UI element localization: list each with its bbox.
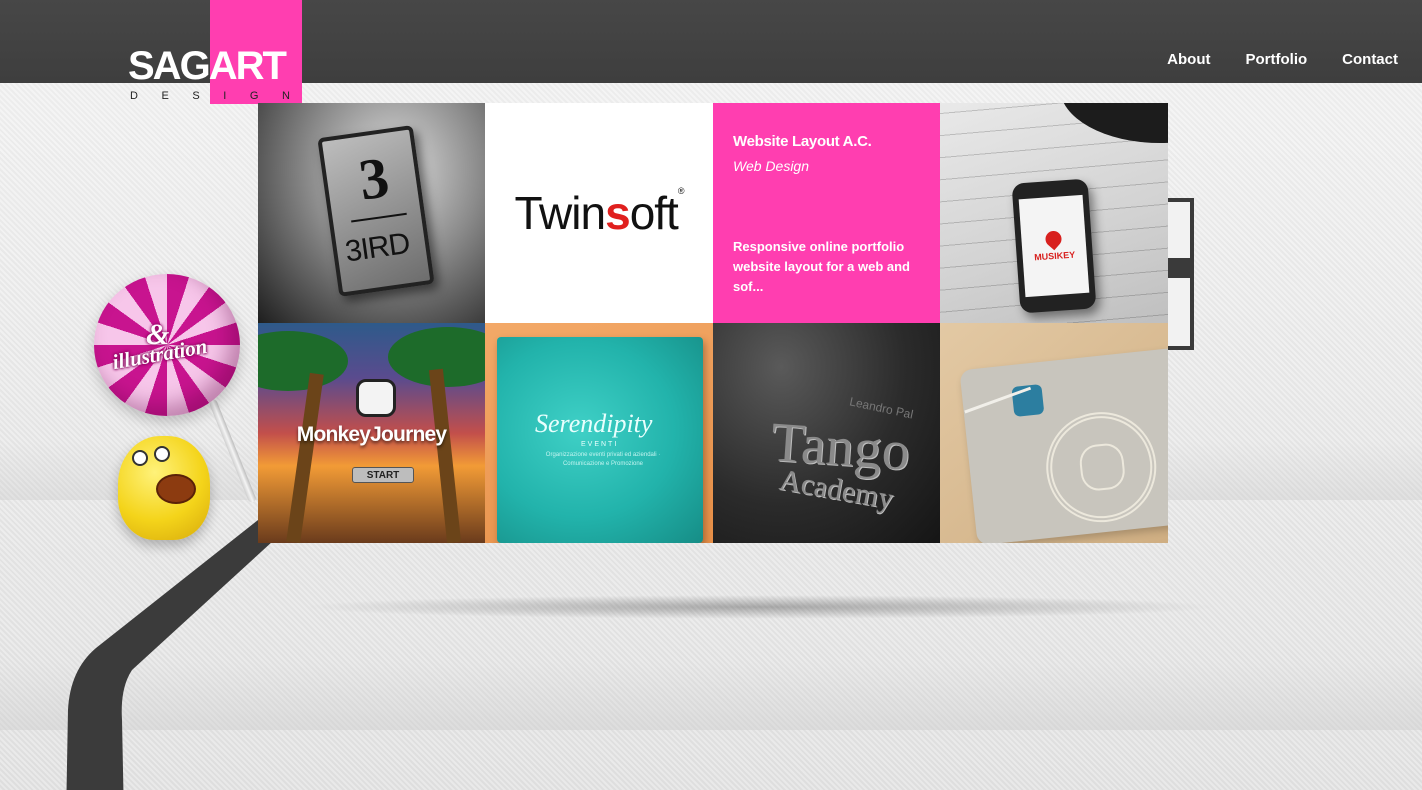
twinsoft-text-s: s <box>605 187 631 239</box>
serendipity-logo-script: Serendipity <box>535 409 653 438</box>
portfolio-item-musikey[interactable]: MUSIKEY <box>940 103 1168 323</box>
nav-contact[interactable]: Contact <box>1342 51 1398 68</box>
logo-sub-letter: D <box>130 90 138 102</box>
logo-subtitle: D E S I G N <box>130 90 290 102</box>
twinsoft-text-oft: oft <box>629 187 679 239</box>
map-pin-icon <box>1042 227 1065 251</box>
logo-text-sag: SAG <box>128 44 211 88</box>
3bird-word: 3IRD <box>343 226 412 269</box>
portfolio-item-tango-academy[interactable]: Leandro Pal Tango Academy <box>713 323 940 543</box>
main-nav: About Portfolio Contact <box>1132 51 1398 68</box>
monkeyjourney-start-button: START <box>352 467 414 483</box>
logo-sub-letter: E <box>161 90 169 102</box>
logo-sub-letter: I <box>223 90 227 102</box>
project-category: Web Design <box>733 158 810 174</box>
musikey-text-musi: MUSI <box>1033 250 1058 263</box>
project-title: Website Layout A.C. <box>733 133 872 150</box>
3bird-logo-plate: 3 3IRD <box>317 125 435 297</box>
monkey-character-icon <box>356 379 396 417</box>
portfolio-item-serendipity[interactable]: Serendipity EVENTI Organizzazione eventi… <box>485 323 713 543</box>
logo-text-art: ART <box>208 44 287 88</box>
serendipity-tagline: Organizzazione eventi privati ed azienda… <box>545 452 661 467</box>
site-logo[interactable]: SAGART <box>128 44 287 88</box>
lion-emblem-icon <box>1040 406 1162 528</box>
decorative-strap <box>66 520 296 790</box>
monkeyjourney-title: MonkeyJourney <box>296 423 447 446</box>
portfolio-grid: 3 3IRD Twinsoft® Website Layout A.C. Web… <box>258 103 1168 543</box>
portfolio-item-info-card[interactable]: Website Layout A.C. Web Design Responsiv… <box>713 103 940 323</box>
smartphone-mockup: MUSIKEY <box>1011 178 1097 314</box>
portfolio-item-3bird[interactable]: 3 3IRD <box>258 103 485 323</box>
yellow-monster-illustration <box>118 436 210 540</box>
nav-portfolio[interactable]: Portfolio <box>1246 51 1308 68</box>
serendipity-sub: EVENTI <box>581 441 619 448</box>
logo-sub-letter: S <box>192 90 200 102</box>
portfolio-item-lion-tag[interactable] <box>940 323 1168 543</box>
project-description: Responsive online portfolio website layo… <box>733 239 910 294</box>
twinsoft-logo: Twinsoft® <box>514 186 685 240</box>
portfolio-item-monkeyjourney[interactable]: MonkeyJourney START <box>258 323 485 543</box>
musikey-logo: MUSIKEY <box>1034 250 1076 263</box>
musikey-text-key: KEY <box>1056 249 1076 261</box>
twinsoft-reg: ® <box>677 186 685 196</box>
serendipity-brochure <box>497 337 703 543</box>
portfolio-item-twinsoft[interactable]: Twinsoft® <box>485 103 713 323</box>
lion-tag-card <box>959 348 1168 543</box>
floor-shadow <box>300 595 1220 619</box>
3bird-number: 3 <box>355 144 393 213</box>
twinsoft-text-twin: Twin <box>514 187 607 239</box>
nav-about[interactable]: About <box>1167 51 1210 68</box>
logo-sub-letter: N <box>282 90 290 102</box>
logo-sub-letter: G <box>249 90 259 102</box>
